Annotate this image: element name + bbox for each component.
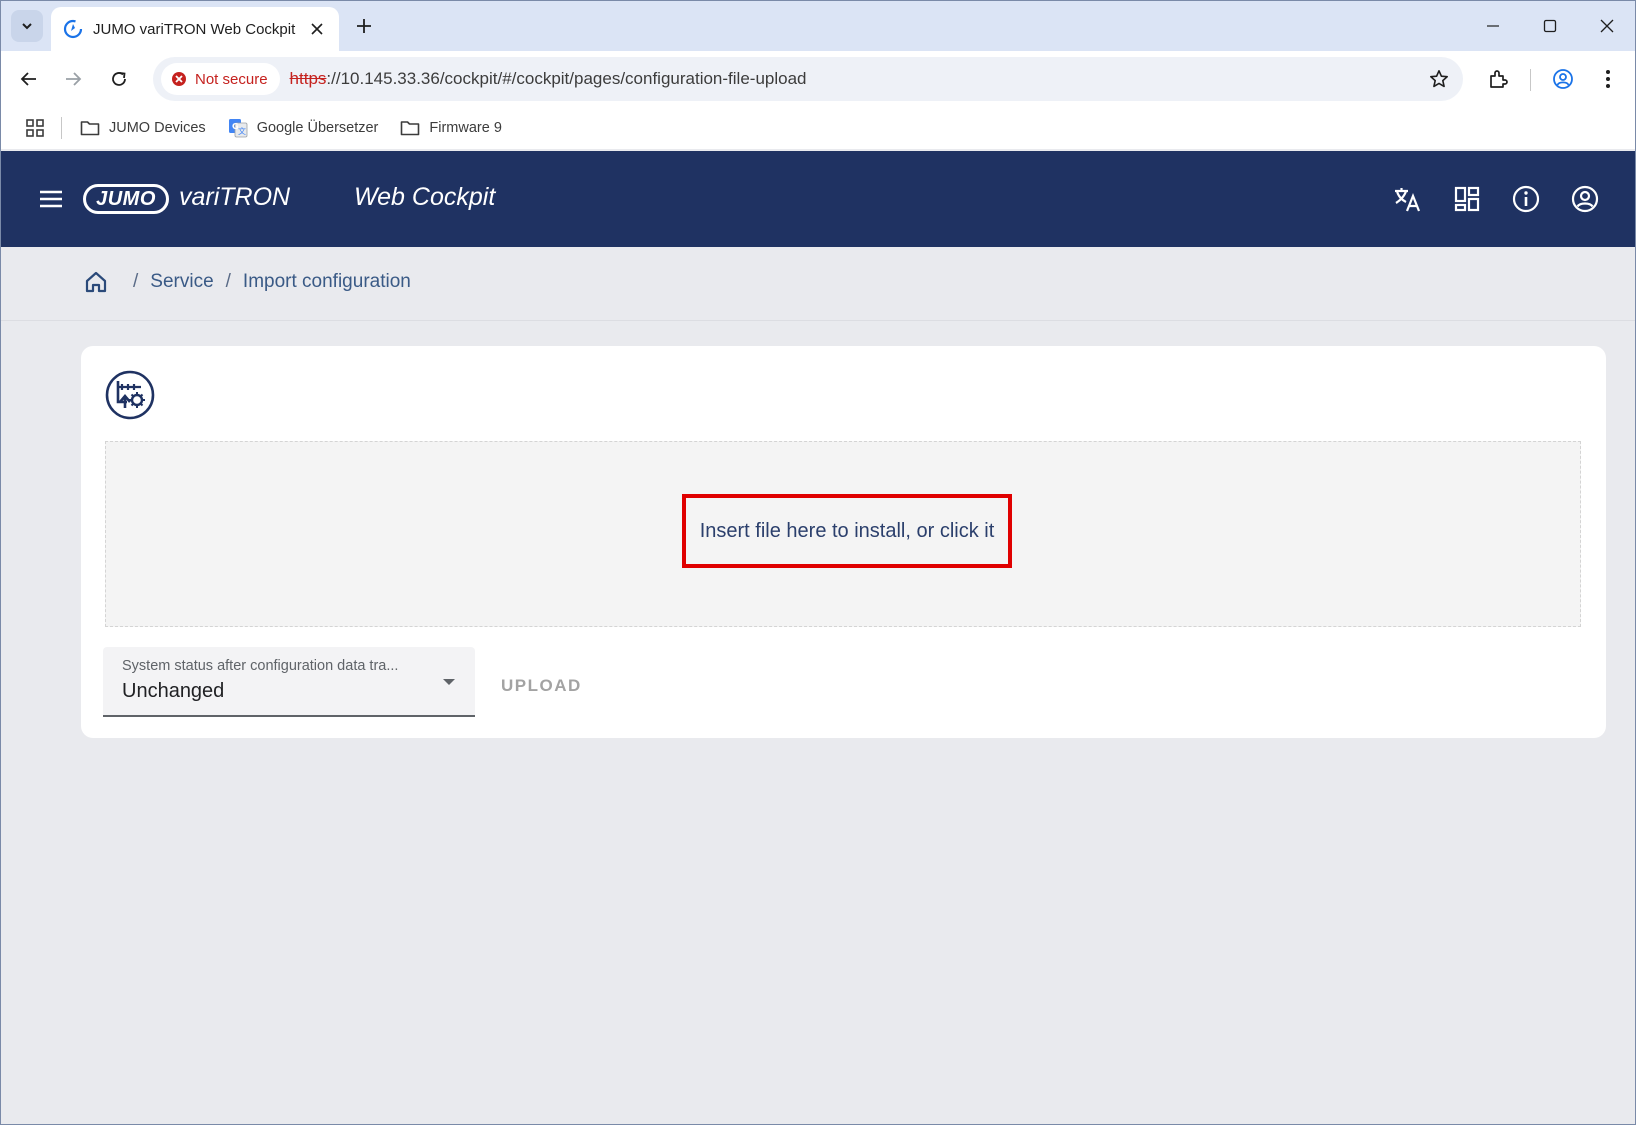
security-label: Not secure	[195, 70, 268, 88]
hamburger-icon	[40, 190, 62, 208]
product-name: variTRON	[179, 183, 291, 211]
plus-icon	[357, 19, 371, 33]
chevron-down-icon	[22, 23, 32, 30]
select-value: Unchanged	[122, 680, 225, 702]
dropzone-text: Insert file here to install, or click it	[699, 519, 995, 542]
app-header: JUMO variTRON Web Cockpit	[1, 151, 1635, 247]
toolbar-divider	[1530, 69, 1531, 91]
new-tab-button[interactable]	[351, 13, 377, 39]
home-icon[interactable]	[83, 269, 109, 295]
bookmark-label: JUMO Devices	[109, 120, 206, 136]
account-icon[interactable]	[1569, 183, 1601, 215]
url-path: ://10.145.33.36/cockpit/#/cockpit/pages/…	[326, 69, 807, 88]
address-bar[interactable]: Not secure https://10.145.33.36/cockpit/…	[153, 57, 1463, 101]
browser-tab[interactable]: JUMO variTRON Web Cockpit	[51, 7, 339, 51]
bookmark-star-icon[interactable]	[1427, 67, 1451, 91]
bookmarks-bar: JUMO Devices G文 Google Übersetzer Firmwa…	[1, 107, 1635, 149]
jumo-favicon-icon	[63, 19, 83, 39]
tab-close-icon[interactable]	[307, 19, 327, 39]
arrow-left-icon	[20, 72, 36, 86]
bookmark-jumo-devices[interactable]: JUMO Devices	[80, 118, 206, 138]
maximize-button[interactable]	[1521, 1, 1578, 51]
reload-icon	[112, 72, 126, 86]
browser-menu-icon[interactable]	[1592, 63, 1624, 95]
tab-title: JUMO variTRON Web Cockpit	[93, 20, 296, 38]
breadcrumb-separator: /	[225, 271, 231, 292]
close-icon	[1600, 19, 1613, 33]
upload-button[interactable]: UPLOAD	[485, 666, 598, 706]
dashboard-icon[interactable]	[1451, 183, 1483, 215]
reload-button[interactable]	[105, 65, 133, 93]
arrow-right-icon	[66, 72, 82, 86]
browser-window: JUMO variTRON Web Cockpit Not secure htt…	[0, 0, 1636, 1125]
dropdown-arrow-icon	[443, 679, 455, 685]
configuration-upload-icon	[105, 370, 155, 420]
svg-text:文: 文	[238, 126, 246, 136]
url-text: https://10.145.33.36/cockpit/#/cockpit/p…	[290, 69, 807, 89]
back-button[interactable]	[15, 65, 43, 93]
forward-button[interactable]	[59, 65, 87, 93]
logo-text: JUMO	[86, 187, 166, 211]
google-translate-icon: G文	[228, 118, 248, 138]
bookmark-label: Firmware 9	[429, 120, 502, 136]
bookmarks-divider	[61, 117, 62, 139]
translate-icon[interactable]	[1391, 183, 1423, 215]
bookmark-label: Google Übersetzer	[256, 120, 379, 136]
folder-icon	[400, 118, 420, 138]
tab-search-button[interactable]	[11, 10, 43, 42]
tab-strip: JUMO variTRON Web Cockpit	[1, 1, 1635, 51]
folder-icon	[80, 118, 100, 138]
bookmark-firmware-9[interactable]: Firmware 9	[400, 118, 502, 138]
info-icon[interactable]	[1510, 183, 1542, 215]
breadcrumb-separator: /	[133, 271, 139, 292]
close-window-button[interactable]	[1578, 1, 1635, 51]
import-configuration-card: Insert file here to install, or click it…	[81, 346, 1606, 738]
not-secure-icon	[172, 72, 186, 86]
menu-toggle-button[interactable]	[37, 185, 65, 213]
maximize-icon	[1543, 19, 1556, 33]
minimize-icon	[1486, 25, 1499, 27]
security-chip[interactable]: Not secure	[161, 63, 280, 95]
window-controls	[1464, 1, 1635, 51]
bookmark-google-translate[interactable]: G文 Google Übersetzer	[228, 118, 379, 138]
extensions-icon[interactable]	[1482, 63, 1514, 95]
url-scheme: https	[289, 69, 327, 88]
file-dropzone[interactable]: Insert file here to install, or click it	[105, 441, 1581, 627]
dropzone-highlight[interactable]: Insert file here to install, or click it	[682, 494, 1012, 568]
breadcrumb-bar: / Service / Import configuration	[1, 247, 1635, 321]
select-label: System status after configuration data t…	[122, 658, 399, 674]
app-title: Web Cockpit	[354, 183, 496, 211]
browser-toolbar: Not secure https://10.145.33.36/cockpit/…	[1, 51, 1635, 107]
minimize-button[interactable]	[1464, 1, 1521, 51]
apps-grid-icon[interactable]	[23, 116, 47, 140]
profile-icon[interactable]	[1547, 63, 1579, 95]
system-status-select[interactable]: System status after configuration data t…	[103, 647, 475, 717]
jumo-logo: JUMO	[83, 184, 169, 214]
breadcrumb-current: Import configuration	[242, 271, 411, 292]
breadcrumb-service[interactable]: Service	[150, 271, 213, 293]
breadcrumb: / Service / Import configuration	[83, 269, 411, 295]
